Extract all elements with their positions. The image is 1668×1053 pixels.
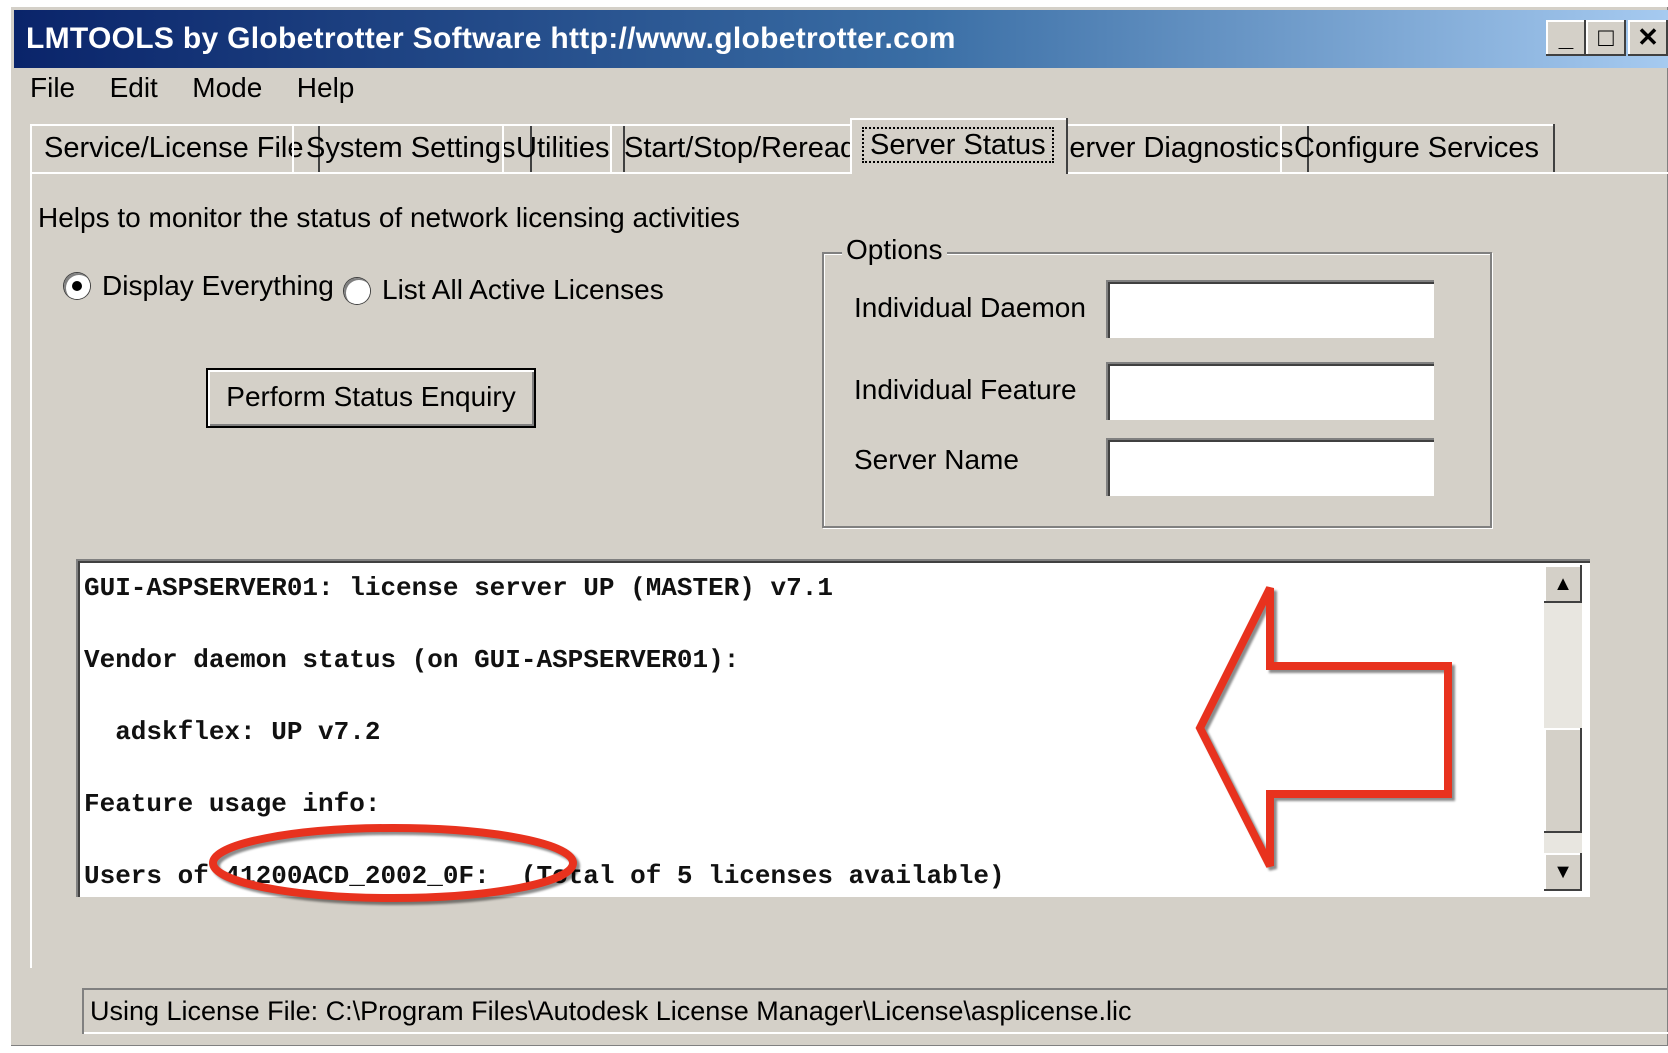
scroll-up-arrow-icon[interactable]: ▲	[1544, 565, 1582, 603]
menu-help[interactable]: Help	[297, 72, 355, 104]
scroll-thumb[interactable]	[1544, 728, 1582, 833]
panel-description: Helps to monitor the status of network l…	[38, 202, 740, 233]
menu-edit[interactable]: Edit	[110, 72, 158, 104]
maximize-button[interactable]: □	[1586, 20, 1626, 56]
output-line: adskflex: UP v7.2	[84, 717, 381, 747]
tab-system-settings[interactable]: System Settings	[292, 124, 532, 172]
server-name-input[interactable]	[1106, 438, 1434, 496]
output-line: Feature usage info:	[84, 789, 381, 819]
individual-daemon-input[interactable]	[1106, 280, 1434, 338]
menu-mode[interactable]: Mode	[192, 72, 262, 104]
tab-utilities[interactable]: Utilities	[502, 124, 626, 172]
title-bar[interactable]: LMTOOLS by Globetrotter Software http://…	[14, 10, 1668, 68]
license-file-path: Using License File: C:\Program Files\Aut…	[90, 996, 1132, 1026]
output-line: GUI-ASPSERVER01: license server UP (MAST…	[84, 573, 833, 603]
window-title: LMTOOLS by Globetrotter Software http://…	[26, 22, 956, 55]
scroll-down-arrow-icon[interactable]: ▼	[1544, 853, 1582, 891]
lmtools-window: LMTOOLS by Globetrotter Software http://…	[10, 6, 1668, 1046]
server-name-label: Server Name	[854, 444, 1019, 475]
perform-status-enquiry-button[interactable]: Perform Status Enquiry	[206, 368, 536, 428]
tab-server-diagnostics[interactable]: Server Diagnostics	[1036, 124, 1310, 172]
vertical-scrollbar[interactable]: ▲ ▼	[1544, 565, 1582, 891]
close-button[interactable]: ✕	[1628, 20, 1668, 56]
individual-feature-label: Individual Feature	[854, 374, 1077, 405]
display-everything-label[interactable]: Display Everything	[102, 270, 334, 302]
tab-configure-services[interactable]: Configure Services	[1280, 124, 1555, 172]
individual-feature-input[interactable]	[1106, 362, 1434, 420]
menu-bar: File Edit Mode Help	[30, 72, 384, 112]
minimize-button[interactable]: _	[1546, 20, 1586, 56]
list-active-licenses-label[interactable]: List All Active Licenses	[382, 274, 664, 306]
status-bar: Using License File: C:\Program Files\Aut…	[82, 988, 1668, 1034]
status-output-area[interactable]: GUI-ASPSERVER01: license server UP (MAST…	[76, 559, 1590, 897]
menu-file[interactable]: File	[30, 72, 75, 104]
tab-server-status[interactable]: Server Status	[850, 118, 1068, 174]
options-group: Options Individual Daemon Individual Fea…	[822, 234, 1492, 528]
output-line: Vendor daemon status (on GUI-ASPSERVER01…	[84, 645, 740, 675]
tab-service-license-file[interactable]: Service/License File	[30, 124, 320, 172]
list-active-licenses-radio[interactable]	[344, 278, 370, 304]
options-legend: Options	[842, 234, 947, 266]
tab-start-stop-reread[interactable]: Start/Stop/Reread	[610, 124, 873, 172]
output-line: Users of 41200ACD_2002_0F: (Total of 5 l…	[84, 861, 1005, 891]
individual-daemon-label: Individual Daemon	[854, 292, 1086, 323]
tab-server-status-label: Server Status	[862, 127, 1054, 163]
display-everything-radio[interactable]	[64, 273, 90, 299]
